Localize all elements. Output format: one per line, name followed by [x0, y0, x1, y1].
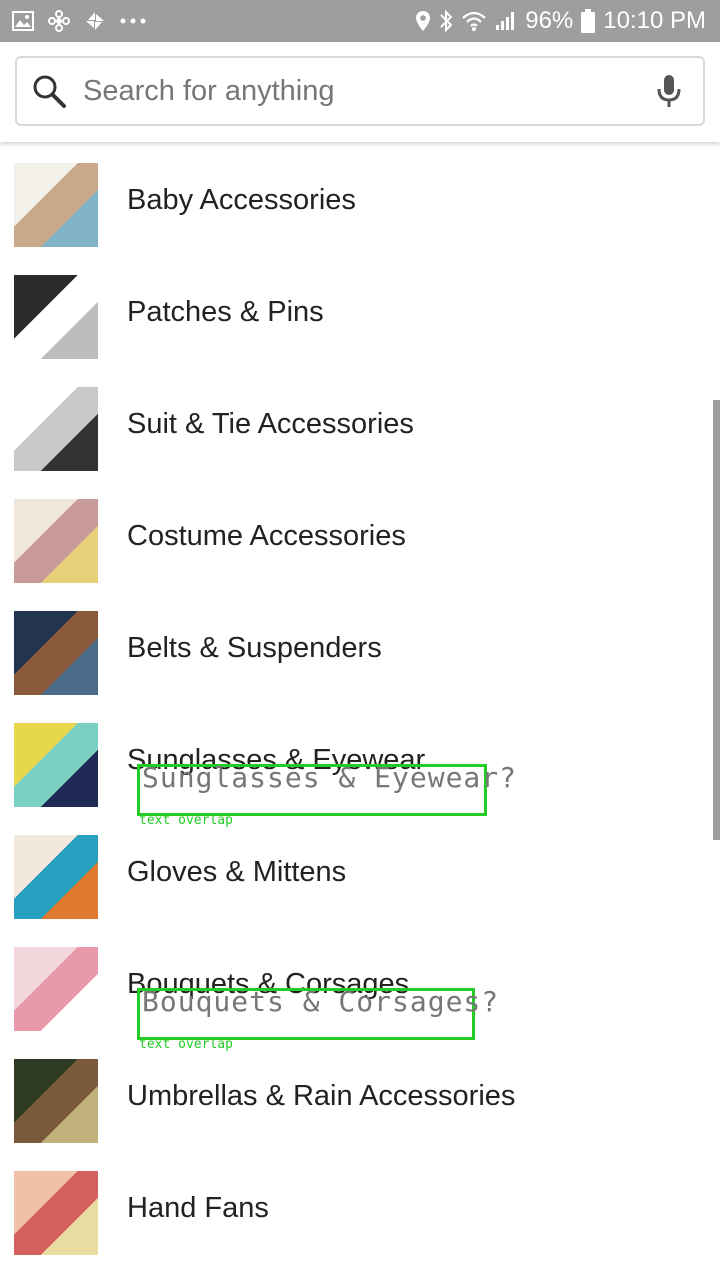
- category-thumbnail: [14, 387, 98, 471]
- more-dots-icon: [120, 18, 146, 24]
- category-label: Suit & Tie Accessories: [127, 408, 414, 440]
- category-label: Gloves & Mittens: [127, 856, 347, 888]
- scrollbar[interactable]: [713, 400, 720, 840]
- clock: 10:10 PM: [603, 7, 706, 34]
- category-row[interactable]: Costume Accessories: [0, 486, 720, 598]
- category-row[interactable]: Patches & Pins: [0, 262, 720, 374]
- overlay-caption-sunglasses: text overlap: [139, 813, 233, 828]
- search-icon: [31, 73, 67, 109]
- category-label: Umbrellas & Rain Accessories: [127, 1080, 516, 1112]
- category-row[interactable]: Suit & Tie Accessories: [0, 374, 720, 486]
- category-label: Hand Fans: [127, 1192, 269, 1224]
- battery-icon: [581, 9, 596, 33]
- signal-icon: [495, 11, 517, 31]
- category-thumbnail: [14, 499, 98, 583]
- overlay-caption-bouquets: text overlap: [139, 1037, 233, 1052]
- category-row[interactable]: Belts & Suspenders: [0, 598, 720, 710]
- overlay-box-bouquets: Bouquets & Corsages?: [137, 985, 498, 1040]
- category-row[interactable]: Gloves & Mittens: [0, 822, 720, 934]
- category-thumbnail: [14, 723, 98, 807]
- wifi-icon: [461, 10, 487, 32]
- location-icon: [415, 10, 431, 32]
- category-thumbnail: [14, 947, 98, 1031]
- overlay-box-sunglasses: Sunglasses & Eyewear?: [137, 761, 516, 816]
- pinwheel-icon: [48, 10, 70, 32]
- category-thumbnail: [14, 1059, 98, 1143]
- category-thumbnail: [14, 611, 98, 695]
- mic-icon[interactable]: [655, 73, 683, 109]
- bluetooth-icon: [439, 9, 453, 33]
- category-thumbnail: [14, 163, 98, 247]
- sync-icon: [84, 10, 106, 32]
- category-row[interactable]: Hand Fans: [0, 1158, 720, 1270]
- overlay-text-sunglasses: Sunglasses & Eyewear?: [142, 761, 518, 794]
- status-bar-left: [12, 10, 146, 32]
- category-thumbnail: [14, 1171, 98, 1255]
- category-list: Baby Accessories Patches & Pins Suit & Tie…: [0, 150, 720, 1270]
- search-header: Search for anything: [0, 42, 720, 142]
- category-thumbnail: [14, 275, 98, 359]
- category-label: Belts & Suspenders: [127, 632, 382, 664]
- search-placeholder: Search for anything: [83, 74, 335, 107]
- battery-percent: 96%: [525, 7, 574, 34]
- overlay-text-bouquets: Bouquets & Corsages?: [142, 985, 500, 1018]
- status-bar: 96% 10:10 PM: [0, 0, 720, 42]
- image-icon: [12, 11, 34, 31]
- category-row[interactable]: Umbrellas & Rain Accessories: [0, 1046, 720, 1158]
- category-label: Patches & Pins: [127, 296, 324, 328]
- status-bar-right: 96% 10:10 PM: [415, 7, 706, 35]
- category-row[interactable]: Baby Accessories: [0, 150, 720, 262]
- category-thumbnail: [14, 835, 98, 919]
- category-label: Costume Accessories: [127, 520, 406, 552]
- search-input[interactable]: Search for anything: [15, 56, 705, 126]
- category-label: Baby Accessories: [127, 184, 356, 216]
